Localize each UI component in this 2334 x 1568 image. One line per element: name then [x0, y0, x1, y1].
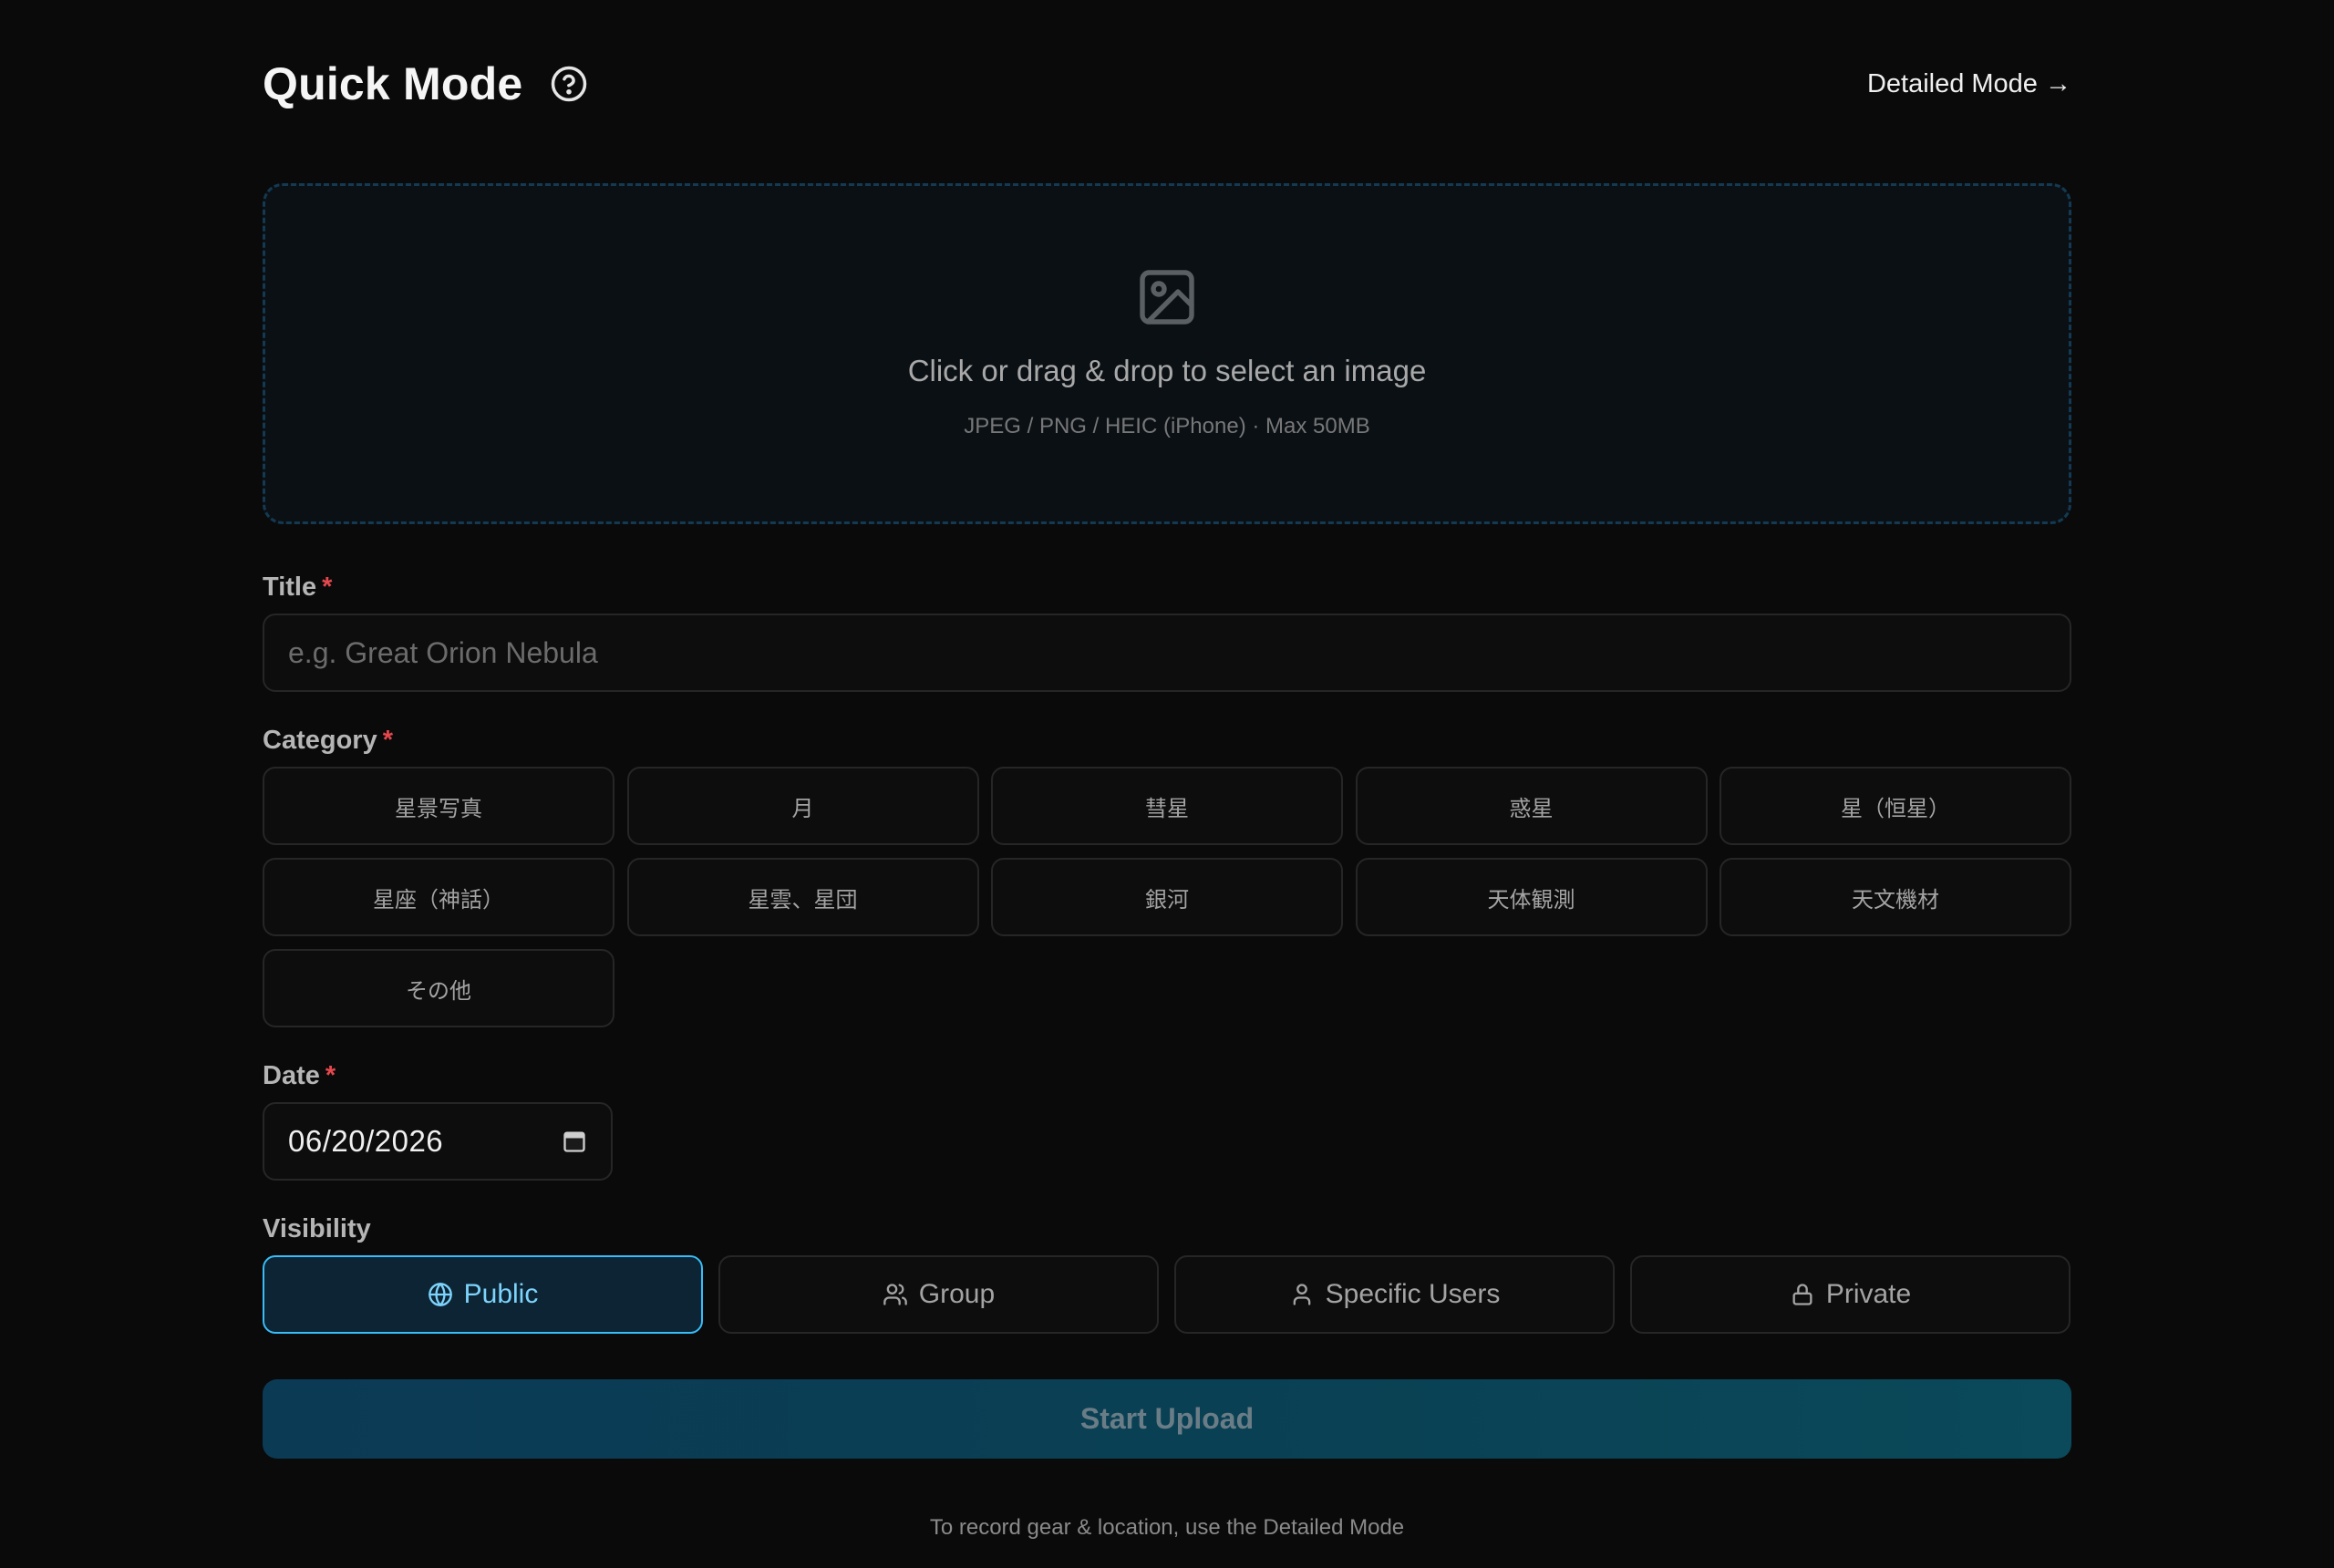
- page-title: Quick Mode: [263, 58, 523, 109]
- visibility-option-label: Group: [918, 1279, 996, 1309]
- visibility-public-button[interactable]: Public: [263, 1255, 703, 1334]
- title-label: Title *: [263, 573, 332, 603]
- category-option[interactable]: 星雲、星団: [626, 858, 979, 936]
- category-option[interactable]: 彗星: [991, 767, 1343, 845]
- category-option[interactable]: 月: [626, 767, 979, 845]
- category-option[interactable]: 星座（神話）: [263, 858, 614, 936]
- category-option[interactable]: 銀河: [991, 858, 1343, 936]
- title-group: Quick Mode: [263, 57, 588, 110]
- date-label-text: Date: [263, 1061, 320, 1090]
- footer-note: To record gear & location, use the Detai…: [929, 1515, 1405, 1540]
- globe-icon: [428, 1282, 453, 1307]
- calendar-icon[interactable]: [562, 1129, 587, 1154]
- visibility-option-label: Specific Users: [1325, 1279, 1501, 1309]
- dropzone-hint: JPEG / PNG / HEIC (iPhone) · Max 50MB: [964, 414, 1370, 438]
- image-dropzone[interactable]: Click or drag & drop to select an image …: [263, 183, 2071, 524]
- visibility-specific-users-button[interactable]: Specific Users: [1174, 1255, 1615, 1334]
- category-option[interactable]: 天文機材: [1720, 858, 2071, 936]
- visibility-option-label: Public: [463, 1279, 539, 1309]
- dropzone-text: Click or drag & drop to select an image: [907, 354, 1427, 387]
- category-option[interactable]: その他: [263, 949, 614, 1027]
- category-option[interactable]: 惑星: [1355, 767, 1708, 845]
- category-grid: 星景写真 月 彗星 惑星 星（恒星） 星座（神話） 星雲、星団 銀河 天体観測 …: [263, 767, 2071, 1027]
- visibility-options: Public Group Specific Users Private: [263, 1255, 2071, 1334]
- required-mark: *: [382, 726, 393, 755]
- category-option[interactable]: 星景写真: [263, 767, 614, 845]
- required-mark: *: [322, 573, 333, 602]
- visibility-label: Visibility: [263, 1214, 371, 1244]
- visibility-label-text: Visibility: [263, 1214, 371, 1243]
- page-header: Quick Mode Detailed Mode →: [263, 55, 2071, 113]
- quick-mode-page: Quick Mode Detailed Mode → Click or drag…: [263, 0, 2071, 1568]
- users-icon: [883, 1282, 908, 1307]
- visibility-group-button[interactable]: Group: [718, 1255, 1159, 1334]
- title-input[interactable]: [263, 614, 2071, 692]
- category-label-text: Category: [263, 726, 377, 755]
- date-input[interactable]: 06/20/2026: [263, 1102, 613, 1181]
- user-icon: [1289, 1282, 1315, 1307]
- category-label: Category *: [263, 726, 393, 756]
- detailed-mode-link[interactable]: Detailed Mode →: [1867, 69, 2071, 99]
- image-icon: [1134, 264, 1200, 330]
- category-option[interactable]: 天体観測: [1355, 858, 1708, 936]
- date-label: Date *: [263, 1061, 336, 1091]
- help-circle-icon[interactable]: [550, 65, 588, 103]
- category-option[interactable]: 星（恒星）: [1720, 767, 2071, 845]
- required-mark: *: [325, 1061, 336, 1090]
- visibility-private-button[interactable]: Private: [1630, 1255, 2071, 1334]
- title-label-text: Title: [263, 573, 317, 602]
- start-upload-button[interactable]: Start Upload: [263, 1379, 2071, 1459]
- date-value: 06/20/2026: [288, 1124, 444, 1158]
- visibility-option-label: Private: [1825, 1279, 1912, 1309]
- lock-icon: [1790, 1282, 1815, 1307]
